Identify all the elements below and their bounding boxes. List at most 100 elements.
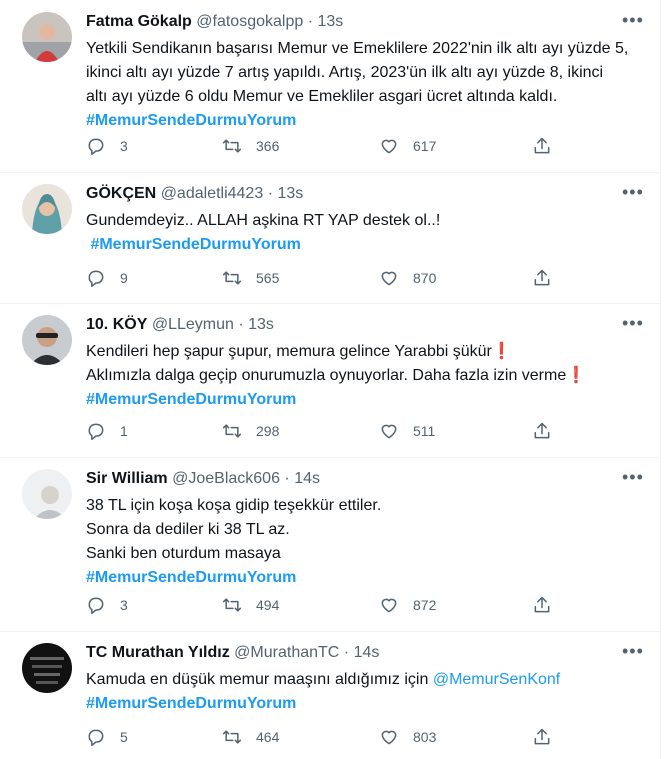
more-options-icon[interactable]: ••• — [622, 468, 643, 489]
heart-icon — [381, 139, 397, 154]
avatar[interactable] — [22, 315, 72, 365]
display-name[interactable]: 10. KÖY — [86, 316, 147, 333]
retweet-icon — [222, 139, 242, 153]
reply-button[interactable]: 9 — [86, 266, 128, 290]
retweet-icon — [222, 424, 242, 438]
retweet-count: 464 — [256, 729, 280, 745]
reply-button[interactable]: 3 — [86, 134, 128, 158]
display-name[interactable]: GÖKÇEN — [86, 185, 156, 202]
reply-count: 5 — [120, 729, 128, 745]
tweet-header: Fatma Gökalp @fatosgokalpp · 13s — [86, 12, 343, 32]
retweet-button[interactable]: 565 — [222, 266, 279, 290]
tweet-header: GÖKÇEN @adaletli4423 · 13s — [86, 184, 303, 204]
retweet-button[interactable]: 464 — [222, 725, 279, 749]
hashtag-link[interactable]: #MemurSendeDurmuYorum — [86, 388, 646, 412]
reply-icon — [88, 270, 104, 288]
timestamp[interactable]: 13s — [277, 185, 303, 202]
hashtag-link[interactable]: #MemurSendeDurmuYorum — [86, 566, 646, 590]
tweet-text-segment: Kamuda en düşük memur maaşını aldığımız … — [86, 671, 429, 688]
tweet-text-line: Kendileri hep şapur şupur, memura gelinc… — [86, 340, 646, 364]
share-icon — [534, 596, 550, 613]
share-icon — [534, 422, 550, 439]
tweet[interactable]: 10. KÖY @LLeymun · 13s ••• Kendileri hep… — [0, 303, 660, 458]
hashtag-link[interactable]: #MemurSendeDurmuYorum — [86, 109, 646, 133]
timestamp[interactable]: 14s — [354, 644, 380, 661]
share-button[interactable] — [532, 725, 566, 749]
tweet-text-line: ikinci altı ayı yüzde 7 artış yapıldı. A… — [86, 64, 604, 81]
timestamp[interactable]: 14s — [294, 470, 320, 487]
user-handle[interactable]: @LLeymun — [152, 316, 234, 333]
tweet-actions: 3 494 872 — [86, 593, 556, 617]
like-button[interactable]: 617 — [379, 134, 436, 158]
display-name[interactable]: Fatma Gökalp — [86, 13, 192, 30]
more-options-icon[interactable]: ••• — [622, 642, 643, 663]
heart-icon — [381, 424, 397, 439]
reply-count: 3 — [120, 138, 128, 154]
reply-icon — [88, 423, 104, 441]
hashtag-link[interactable]: #MemurSendeDurmuYorum — [86, 692, 646, 716]
exclamation-emoji: ❗ — [566, 367, 587, 384]
tweet-text-segment: Kendileri hep şapur şupur, memura gelinc… — [86, 343, 492, 360]
like-button[interactable]: 803 — [379, 725, 436, 749]
tweet-text-line: Gundemdeyiz.. ALLAH aşkina RT YAP destek… — [86, 212, 441, 229]
retweet-button[interactable]: 494 — [222, 593, 279, 617]
tweet-actions: 9 565 870 — [86, 266, 556, 290]
reply-button[interactable]: 1 — [86, 419, 128, 443]
like-count: 511 — [413, 423, 436, 439]
avatar[interactable] — [22, 12, 72, 62]
retweet-count: 494 — [256, 597, 280, 613]
avatar[interactable] — [22, 643, 72, 693]
tweet-text: Kendileri hep şapur şupur, memura gelinc… — [86, 340, 646, 412]
separator-dot: · — [238, 316, 244, 333]
timestamp[interactable]: 13s — [317, 13, 343, 30]
retweet-button[interactable]: 366 — [222, 134, 279, 158]
retweet-icon — [222, 271, 242, 285]
avatar[interactable] — [22, 184, 72, 234]
user-handle[interactable]: @JoeBlack606 — [172, 470, 280, 487]
like-button[interactable]: 511 — [379, 419, 435, 443]
mention-link[interactable]: @MemurSenKonf — [433, 671, 560, 688]
heart-icon — [381, 598, 397, 613]
display-name[interactable]: Sir William — [86, 470, 168, 487]
tweet-text-segment: Aklımızla dalga geçip onurumuzla oynuyor… — [86, 367, 567, 384]
tweet-header: TC Murathan Yıldız @MurathanTC · 14s — [86, 643, 379, 663]
share-button[interactable] — [532, 419, 566, 443]
like-button[interactable]: 872 — [379, 593, 436, 617]
tweet-text: Yetkili Sendikanın başarısı Memur ve Eme… — [86, 37, 646, 133]
display-name[interactable]: TC Murathan Yıldız — [86, 644, 230, 661]
retweet-button[interactable]: 298 — [222, 419, 279, 443]
share-button[interactable] — [532, 134, 566, 158]
share-button[interactable] — [532, 266, 566, 290]
separator-dot: · — [284, 470, 290, 487]
tweet[interactable]: TC Murathan Yıldız @MurathanTC · 14s •••… — [0, 631, 660, 759]
user-handle[interactable]: @MurathanTC — [234, 644, 339, 661]
retweet-icon — [222, 598, 242, 612]
share-icon — [534, 269, 550, 286]
reply-button[interactable]: 5 — [86, 725, 128, 749]
share-icon — [534, 137, 550, 154]
like-button[interactable]: 870 — [379, 266, 436, 290]
heart-icon — [381, 730, 397, 745]
more-options-icon[interactable]: ••• — [622, 314, 643, 335]
exclamation-emoji: ❗ — [491, 343, 512, 360]
tweet-text-line: 38 TL için koşa koşa gidip teşekkür etti… — [86, 497, 382, 514]
user-handle[interactable]: @fatosgokalpp — [196, 13, 303, 30]
reply-button[interactable]: 3 — [86, 593, 128, 617]
tweet[interactable]: Fatma Gökalp @fatosgokalpp · 13s ••• Yet… — [0, 0, 660, 173]
share-button[interactable] — [532, 593, 566, 617]
tweet-header: Sir William @JoeBlack606 · 14s — [86, 469, 320, 489]
tweet-text-line: Sonra da dediler ki 38 TL az. — [86, 521, 290, 538]
tweet-text: Kamuda en düşük memur maaşını aldığımız … — [86, 668, 646, 716]
avatar[interactable] — [22, 469, 72, 519]
more-options-icon[interactable]: ••• — [622, 11, 643, 32]
retweet-count: 298 — [256, 423, 280, 439]
tweet[interactable]: GÖKÇEN @adaletli4423 · 13s ••• Gundemdey… — [0, 172, 660, 304]
more-options-icon[interactable]: ••• — [622, 183, 643, 204]
tweet-text-line: altı ayı yüzde 6 oldu Memur ve Emekliler… — [86, 88, 558, 105]
timestamp[interactable]: 13s — [248, 316, 274, 333]
heart-icon — [381, 271, 397, 286]
reply-icon — [88, 597, 104, 615]
hashtag-link[interactable]: #MemurSendeDurmuYorum — [86, 233, 646, 257]
user-handle[interactable]: @adaletli4423 — [161, 185, 264, 202]
tweet[interactable]: Sir William @JoeBlack606 · 14s ••• 38 TL… — [0, 457, 660, 632]
